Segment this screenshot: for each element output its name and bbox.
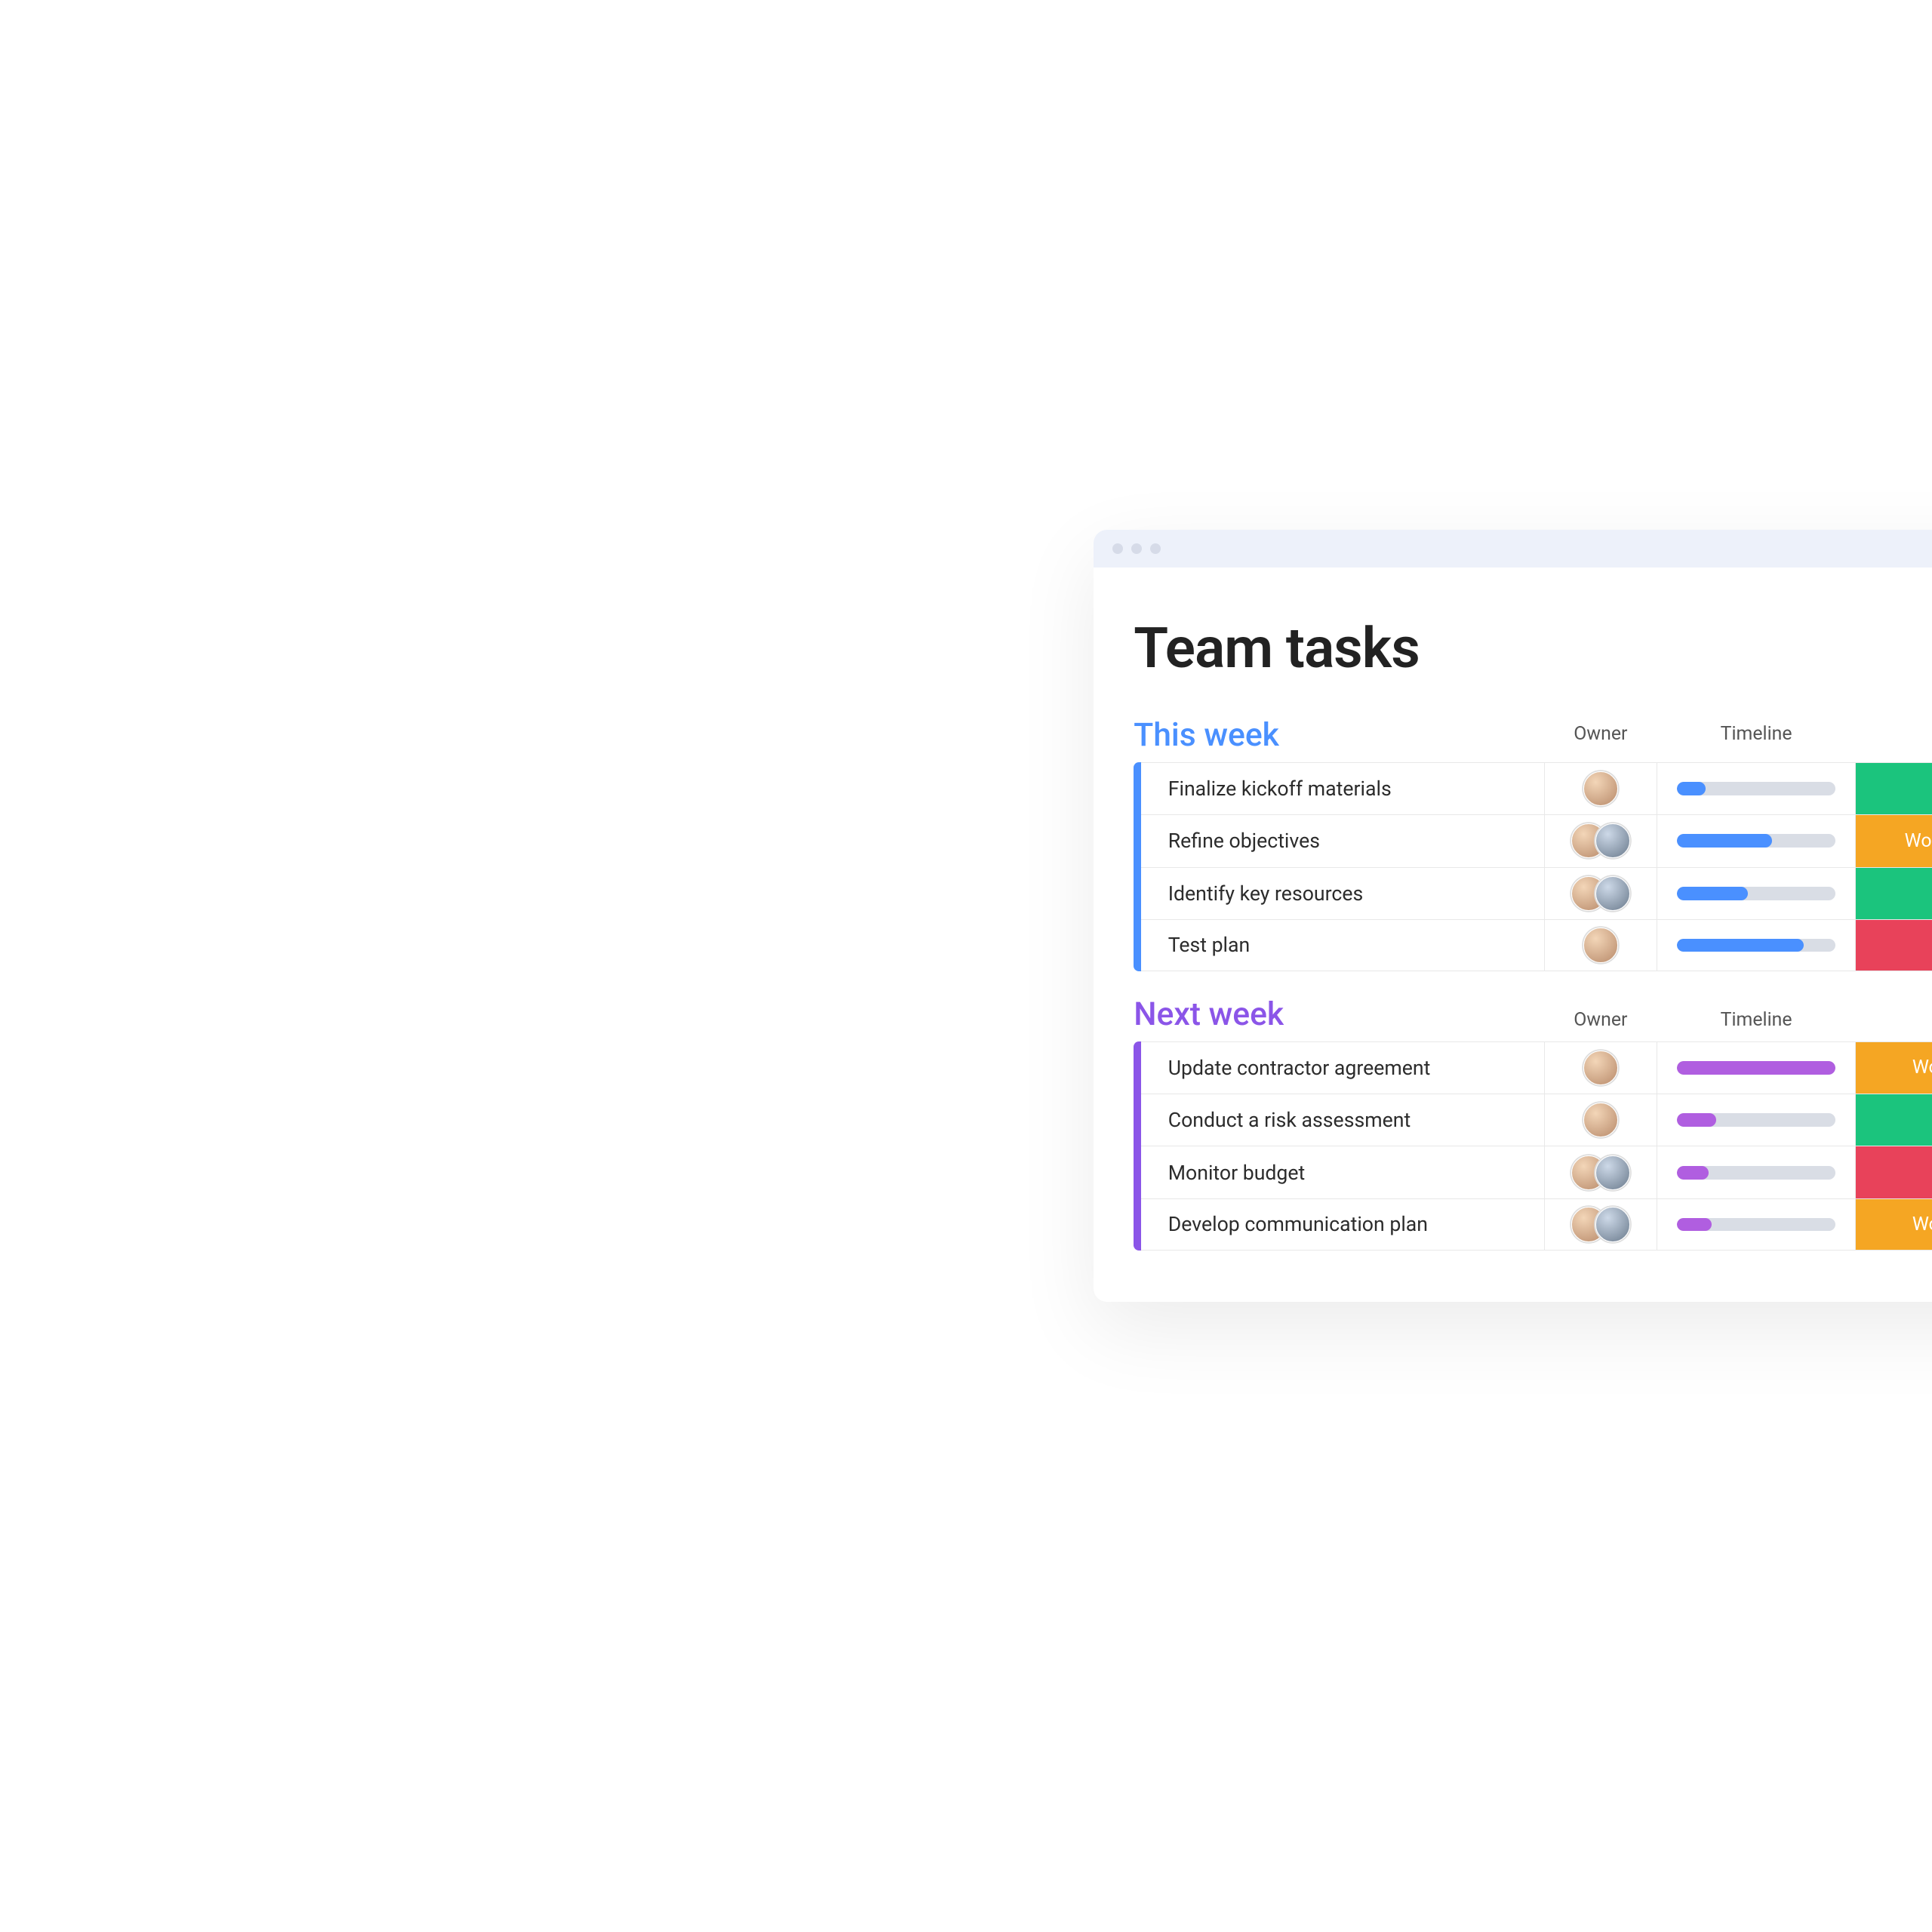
avatar-icon xyxy=(1595,1207,1630,1241)
timeline-cell[interactable] xyxy=(1657,920,1855,971)
avatar-icon xyxy=(1595,823,1630,858)
avatar-pair xyxy=(1571,1155,1630,1190)
avatar-icon xyxy=(1583,928,1618,962)
timeline-cell[interactable] xyxy=(1657,868,1855,919)
timeline-bar xyxy=(1677,1218,1835,1232)
owner-cell[interactable] xyxy=(1544,1042,1657,1094)
timeline-bar xyxy=(1677,887,1835,900)
task-name-cell[interactable]: Update contractor agreement xyxy=(1141,1042,1543,1094)
owner-cell[interactable] xyxy=(1544,868,1657,919)
traffic-light-dot xyxy=(1131,543,1142,554)
avatar-icon xyxy=(1595,876,1630,911)
traffic-light-dot xyxy=(1112,543,1123,554)
task-name-cell[interactable]: Conduct a risk assessment xyxy=(1141,1094,1543,1146)
traffic-light-dot xyxy=(1150,543,1161,554)
column-header-owner: Owner xyxy=(1544,1009,1657,1041)
status-cell[interactable]: Working on xyxy=(1855,1042,1932,1094)
status-cell[interactable]: Done xyxy=(1855,1094,1932,1146)
avatar-pair xyxy=(1571,823,1630,858)
page-title: Team tasks xyxy=(1134,616,1420,681)
status-cell[interactable]: Stuck xyxy=(1855,1146,1932,1198)
timeline-cell[interactable] xyxy=(1657,763,1855,814)
task-name-cell[interactable]: Develop communication plan xyxy=(1141,1199,1543,1250)
task-row[interactable]: Identify key resourcesDone9h 14m 27s xyxy=(1141,867,1932,919)
timeline-cell[interactable] xyxy=(1657,1199,1855,1250)
task-row[interactable]: Develop communication plan Working on xyxy=(1141,1198,1932,1251)
timeline-cell[interactable] xyxy=(1657,1094,1855,1146)
status-cell[interactable]: Stuck xyxy=(1855,920,1932,971)
task-row[interactable]: Refine objectivesWorking on it6h 19m 56s xyxy=(1141,814,1932,866)
timeline-cell[interactable] xyxy=(1657,1146,1855,1198)
group-title[interactable]: This week xyxy=(1134,716,1544,762)
owner-cell[interactable] xyxy=(1544,815,1657,866)
task-name-cell[interactable]: Monitor budget xyxy=(1141,1146,1543,1198)
task-row[interactable]: Conduct a risk assessment Done xyxy=(1141,1094,1932,1146)
task-name-cell[interactable]: Identify key resources xyxy=(1141,868,1543,919)
task-name-cell[interactable]: Refine objectives xyxy=(1141,815,1543,866)
timeline-bar xyxy=(1677,1061,1835,1075)
column-header-owner: Owner xyxy=(1544,723,1657,762)
column-header-timeline: Timeline xyxy=(1657,723,1856,762)
owner-cell[interactable] xyxy=(1544,1094,1657,1146)
task-row[interactable]: Monitor budget Stuck xyxy=(1141,1146,1932,1198)
timeline-cell[interactable] xyxy=(1657,1042,1855,1094)
task-name-cell[interactable]: Test plan xyxy=(1141,920,1543,971)
owner-cell[interactable] xyxy=(1544,1146,1657,1198)
status-cell[interactable]: Working on it xyxy=(1855,815,1932,866)
timeline-cell[interactable] xyxy=(1657,815,1855,866)
avatar-icon xyxy=(1583,1051,1618,1085)
task-row[interactable]: Test plan Stuck xyxy=(1141,919,1932,971)
avatar-icon xyxy=(1595,1155,1630,1190)
column-header-timeline: Timeline xyxy=(1657,1009,1856,1041)
owner-cell[interactable] xyxy=(1544,1199,1657,1250)
task-row[interactable]: Update contractor agreement Working on xyxy=(1141,1041,1932,1094)
timeline-bar xyxy=(1677,834,1835,848)
group-title[interactable]: Next week xyxy=(1134,995,1544,1041)
avatar-icon xyxy=(1583,771,1618,806)
task-row[interactable]: Finalize kickoff materialsDone5h 14m 27s xyxy=(1141,762,1932,814)
status-cell[interactable]: Working on xyxy=(1855,1199,1932,1250)
timeline-bar xyxy=(1677,939,1835,952)
timeline-bar xyxy=(1677,1113,1835,1127)
task-name-cell[interactable]: Finalize kickoff materials xyxy=(1141,763,1543,814)
column-header-status: Status xyxy=(1856,723,1932,762)
avatar-icon xyxy=(1583,1103,1618,1137)
status-cell[interactable]: Done xyxy=(1855,868,1932,919)
owner-cell[interactable] xyxy=(1544,763,1657,814)
status-cell[interactable]: Done xyxy=(1855,763,1932,814)
app-window: Team tasks This weekOwnerTimelineStatusT… xyxy=(1094,530,1932,1301)
avatar-pair xyxy=(1571,876,1630,911)
window-titlebar xyxy=(1094,530,1932,568)
avatar-pair xyxy=(1571,1207,1630,1241)
owner-cell[interactable] xyxy=(1544,920,1657,971)
timeline-bar xyxy=(1677,782,1835,795)
column-header-status: Status xyxy=(1856,1009,1932,1041)
timeline-bar xyxy=(1677,1166,1835,1180)
